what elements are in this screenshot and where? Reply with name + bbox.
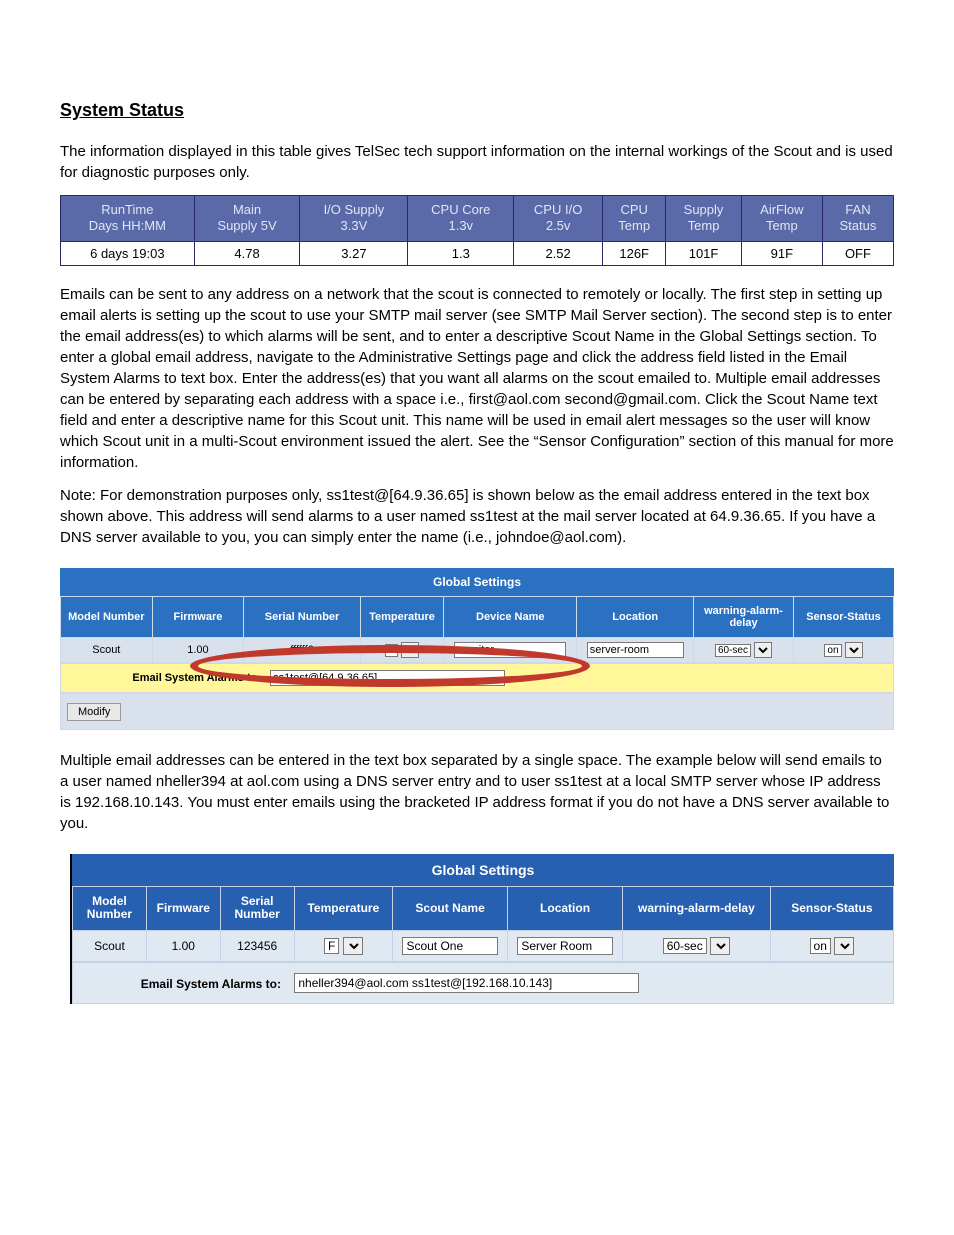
gs2-email-input[interactable] [294,973,639,993]
gs1-footer: Modify [60,693,894,730]
col-cpu-temp: CPUTemp [603,196,666,242]
gs1-col-temp: Temperature [360,596,443,637]
gs1-sensor-select[interactable] [845,642,863,658]
col-supply-temp: SupplyTemp [666,196,742,242]
gs2-data-row: Scout 1.00 123456 F 60-sec on [73,931,894,962]
gs2-col-model: ModelNumber [73,886,147,931]
gs1-location-input[interactable] [587,642,684,658]
gs1-col-firmware: Firmware [152,596,244,637]
gs2-col-serial: SerialNumber [220,886,294,931]
gs1-sensor-value: on [824,644,841,657]
gs1-delay-value: 60-sec [715,644,751,657]
gs2-sensor-value: on [810,938,831,954]
gs2-delay-value: 60-sec [663,938,707,954]
gs2-col-firmware: Firmware [146,886,220,931]
gs1-col-location: Location [577,596,694,637]
gs1-data-row: Scout 1.00 ffffff6 F 60-sec on [61,637,894,662]
gs2-col-delay: warning-alarm-delay [623,886,771,931]
section-heading-system-status: System Status [60,100,894,121]
gs2-sensor-select[interactable] [834,937,854,955]
email-instructions-1b: Note: For demonstration purposes only, s… [60,485,894,548]
gs2-col-location: Location [508,886,623,931]
gs1-delay-select[interactable] [754,642,772,658]
gs2-scout-name-input[interactable] [402,937,497,955]
col-cpu-core: CPU Core1.3v [408,196,514,242]
system-status-description: The information displayed in this table … [60,141,894,183]
gs2-location-input[interactable] [517,937,612,955]
col-airflow-temp: AirFlowTemp [741,196,822,242]
col-main-5v: MainSupply 5V [194,196,300,242]
gs2-col-temp: Temperature [294,886,393,931]
col-io-3v3: I/O Supply3.3V [300,196,408,242]
gs1-email-row: Email System Alarms to: [60,663,894,693]
global-settings-panel-1: Global Settings Model Number Firmware Se… [60,568,894,730]
email-instructions-1: Emails can be sent to any address on a n… [60,284,894,473]
gs1-col-sensor: Sensor-Status [793,596,893,637]
email-instructions-2: Multiple email addresses can be entered … [60,750,894,834]
gs2-email-row: Email System Alarms to: [72,962,894,1004]
gs1-col-device: Device Name [444,596,577,637]
gs1-email-label: Email System Alarms to: [69,672,267,684]
gs2-email-label: Email System Alarms to: [81,977,291,991]
gs2-temp-select[interactable] [343,937,363,955]
gs2-temp-value: F [324,938,339,954]
gs2-col-sensor: Sensor-Status [770,886,893,931]
gs2-title: Global Settings [72,854,894,886]
gs1-temp-select[interactable] [401,642,419,658]
gs1-email-input[interactable] [270,670,505,686]
table-row: 6 days 19:03 4.78 3.27 1.3 2.52 126F 101… [61,241,894,265]
hardware-status-table: RunTimeDays HH:MM MainSupply 5V I/O Supp… [60,195,894,266]
gs1-title: Global Settings [60,568,894,596]
gs1-device-name-input[interactable] [454,642,566,658]
gs2-col-scoutname: Scout Name [393,886,508,931]
col-fan-status: FANStatus [822,196,893,242]
col-cpu-io: CPU I/O2.5v [514,196,603,242]
gs1-col-model: Model Number [61,596,153,637]
gs1-col-delay: warning-alarm-delay [694,596,794,637]
modify-button[interactable]: Modify [67,703,121,721]
gs1-temp-value: F [385,644,397,657]
gs1-col-serial: Serial Number [244,596,361,637]
gs2-delay-select[interactable] [710,937,730,955]
col-runtime: RunTimeDays HH:MM [61,196,195,242]
global-settings-panel-2: Global Settings ModelNumber Firmware Ser… [70,854,894,1005]
